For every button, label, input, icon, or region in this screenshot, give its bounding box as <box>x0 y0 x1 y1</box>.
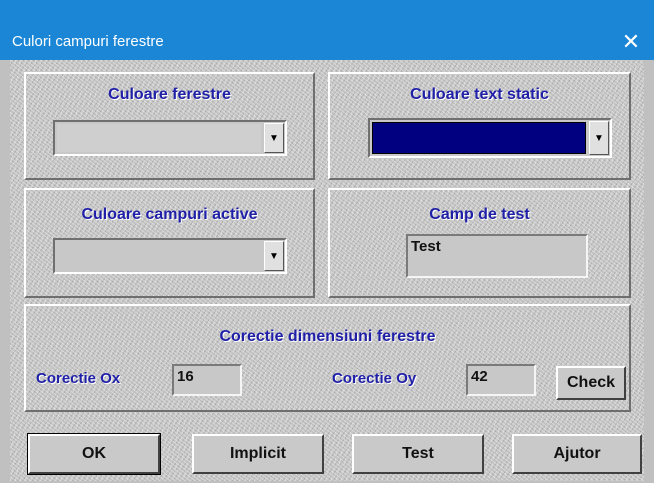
culoare-campuri-active-label: Culoare campuri active <box>81 206 258 223</box>
corectie-oy-input[interactable]: 42 <box>466 364 536 396</box>
corectie-heading: Corectie dimensiuni ferestre <box>219 328 436 345</box>
corectie-ox-input[interactable]: 16 <box>172 364 242 396</box>
culoare-ferestre-combo[interactable]: ▼ <box>53 120 287 156</box>
ok-button[interactable]: OK <box>27 433 161 475</box>
culoare-campuri-active-value <box>57 242 261 270</box>
close-icon[interactable]: ✕ <box>608 24 654 60</box>
chevron-down-icon[interactable]: ▼ <box>589 121 609 155</box>
check-button[interactable]: Check <box>556 366 626 400</box>
culoare-text-static-label: Culoare text static <box>410 86 549 103</box>
chevron-down-icon[interactable]: ▼ <box>264 241 284 271</box>
corectie-ox-label: Corectie Ox <box>36 370 121 387</box>
culoare-ferestre-value <box>57 124 261 152</box>
chevron-down-icon[interactable]: ▼ <box>264 123 284 153</box>
title-bar: Culori campuri ferestre ✕ <box>0 0 654 60</box>
panel-culoare-text-static: Culoare text static ▼ <box>328 72 631 180</box>
test-button[interactable]: Test <box>352 434 484 474</box>
culoare-campuri-active-combo[interactable]: ▼ <box>53 238 287 274</box>
panel-corectie: Corectie dimensiuni ferestre Corectie Ox… <box>24 304 631 412</box>
camp-de-test-field[interactable]: Test <box>406 234 588 278</box>
implicit-button[interactable]: Implicit <box>192 434 324 474</box>
window-title: Culori campuri ferestre <box>12 33 164 50</box>
dialog-body: Culoare ferestre ▼ Culoare text static ▼… <box>10 60 644 481</box>
camp-de-test-label: Camp de test <box>429 206 530 223</box>
panel-culoare-campuri-active: Culoare campuri active ▼ <box>24 188 315 298</box>
corectie-oy-label: Corectie Oy <box>332 370 417 387</box>
culoare-text-static-combo[interactable]: ▼ <box>368 118 612 158</box>
ajutor-button[interactable]: Ajutor <box>512 434 642 474</box>
culoare-text-static-swatch <box>372 122 586 154</box>
panel-camp-de-test: Camp de test Test <box>328 188 631 298</box>
panel-culoare-ferestre: Culoare ferestre ▼ <box>24 72 315 180</box>
culoare-ferestre-label: Culoare ferestre <box>108 86 231 103</box>
